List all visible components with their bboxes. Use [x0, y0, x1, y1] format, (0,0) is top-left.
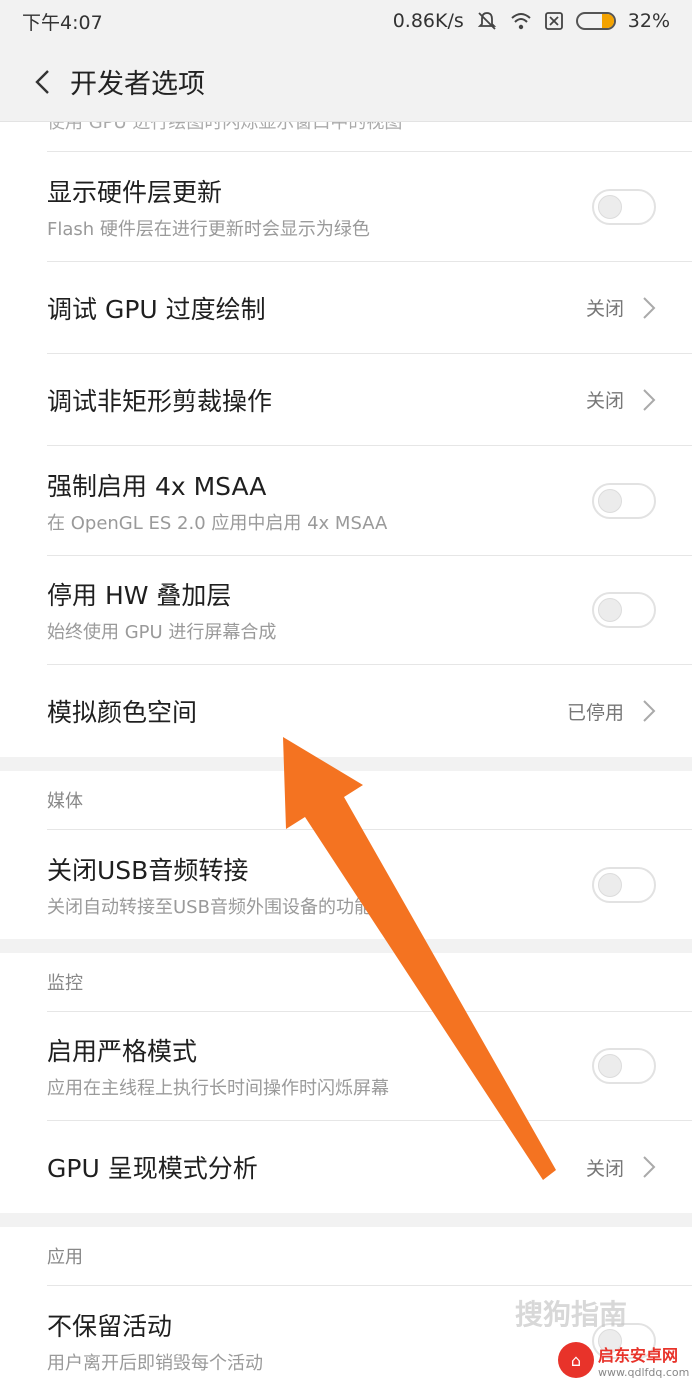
setting-title: 关闭USB音频转接 [47, 855, 249, 885]
site-url: www.qdlfdq.com [598, 1365, 690, 1379]
chevron-right-icon [643, 700, 656, 722]
section-divider [0, 757, 692, 771]
title-bar: 开发者选项 [0, 42, 692, 122]
chevron-right-icon [643, 296, 656, 319]
setting-title: 不保留活动 [47, 1311, 173, 1341]
setting-force-4x-msaa[interactable]: 强制启用 4x MSAA 在 OpenGL ES 2.0 应用中启用 4x MS… [47, 446, 692, 556]
settings-group-monitoring: 监控 启用严格模式 应用在主线程上执行长时间操作时闪烁屏幕 GPU 呈现模式分析… [0, 953, 692, 1213]
section-divider [0, 939, 692, 953]
mute-bell-icon [476, 10, 498, 32]
wifi-icon [510, 11, 532, 31]
setting-gpu-profile-rendering[interactable]: GPU 呈现模式分析 关闭 [47, 1121, 692, 1213]
setting-debug-gpu-overdraw[interactable]: 调试 GPU 过度绘制 关闭 [47, 262, 692, 354]
truncated-item: 使用 GPU 进行绘图时闪烁显示窗口中的视图 [47, 122, 692, 152]
setting-subtitle: 在 OpenGL ES 2.0 应用中启用 4x MSAA [47, 512, 388, 534]
battery-icon [575, 12, 616, 30]
no-sim-icon [544, 11, 564, 31]
setting-value: 已停用 [566, 701, 624, 724]
toggle-switch[interactable] [592, 1048, 656, 1084]
setting-subtitle: 始终使用 GPU 进行屏幕合成 [47, 622, 277, 643]
setting-title: 强制启用 4x MSAA [47, 471, 267, 501]
section-header-monitoring: 监控 [0, 953, 692, 1011]
setting-debug-nonrect-clip[interactable]: 调试非矩形剪裁操作 关闭 [47, 354, 692, 446]
toggle-switch[interactable] [592, 188, 656, 225]
network-speed: 0.86K/s [392, 10, 464, 32]
setting-value: 关闭 [585, 1157, 624, 1180]
site-name: 启东安卓网 [598, 1345, 679, 1365]
chevron-left-icon [35, 69, 49, 94]
setting-title: GPU 呈现模式分析 [47, 1154, 258, 1183]
setting-title: 调试非矩形剪裁操作 [47, 386, 273, 416]
chevron-right-icon [643, 1156, 656, 1178]
back-button[interactable] [24, 60, 60, 104]
setting-subtitle: 应用在主线程上执行长时间操作时闪烁屏幕 [47, 1078, 389, 1099]
setting-subtitle: 关闭自动转接至USB音频外围设备的功能 [47, 896, 372, 918]
site-logo-icon: ⌂ [558, 1342, 594, 1378]
chevron-right-icon [643, 388, 656, 411]
toggle-switch[interactable] [592, 866, 656, 903]
toggle-switch[interactable] [592, 482, 656, 519]
setting-subtitle: 用户离开后即销毁每个活动 [47, 1352, 263, 1374]
setting-title: 模拟颜色空间 [47, 698, 198, 727]
settings-list[interactable]: 使用 GPU 进行绘图时闪烁显示窗口中的视图 显示硬件层更新 Flash 硬件层… [0, 122, 692, 1384]
toggle-switch[interactable] [592, 592, 656, 628]
site-watermark: ⌂ 启东安卓网 www.qdlfdq.com [558, 1336, 692, 1384]
settings-group-rendering: 使用 GPU 进行绘图时闪烁显示窗口中的视图 显示硬件层更新 Flash 硬件层… [0, 122, 692, 757]
section-header-media: 媒体 [0, 771, 692, 829]
setting-subtitle: Flash 硬件层在进行更新时会显示为绿色 [47, 218, 370, 240]
setting-show-hw-layer-updates[interactable]: 显示硬件层更新 Flash 硬件层在进行更新时会显示为绿色 [47, 152, 692, 262]
settings-group-media: 媒体 关闭USB音频转接 关闭自动转接至USB音频外围设备的功能 [0, 771, 692, 939]
setting-strict-mode[interactable]: 启用严格模式 应用在主线程上执行长时间操作时闪烁屏幕 [47, 1011, 692, 1121]
setting-title: 停用 HW 叠加层 [47, 581, 232, 610]
setting-title: 调试 GPU 过度绘制 [47, 294, 266, 324]
status-time: 下午4:07 [22, 11, 103, 34]
status-bar: 下午4:07 0.86K/s 32% [0, 0, 692, 42]
sogou-watermark: 搜狗指南 [515, 1298, 628, 1331]
setting-value: 关闭 [585, 390, 624, 412]
setting-disable-hw-overlays[interactable]: 停用 HW 叠加层 始终使用 GPU 进行屏幕合成 [47, 556, 692, 665]
setting-title: 启用严格模式 [47, 1037, 198, 1066]
setting-title: 显示硬件层更新 [47, 177, 223, 207]
section-divider [0, 1213, 692, 1227]
setting-simulate-color-space[interactable]: 模拟颜色空间 已停用 [47, 665, 692, 757]
battery-percent: 32% [627, 10, 670, 32]
setting-disable-usb-audio-routing[interactable]: 关闭USB音频转接 关闭自动转接至USB音频外围设备的功能 [47, 829, 692, 939]
setting-value: 关闭 [585, 298, 624, 320]
section-header-apps: 应用 [0, 1227, 692, 1285]
page-title: 开发者选项 [70, 69, 205, 100]
